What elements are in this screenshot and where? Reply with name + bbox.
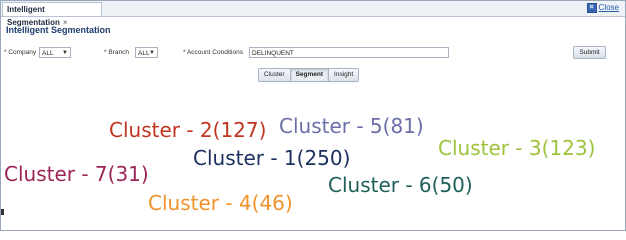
cluster-5-label[interactable]: Cluster - 5(81): [279, 115, 424, 137]
cluster-1-label[interactable]: Cluster - 1(250): [193, 147, 350, 169]
cluster-2-label[interactable]: Cluster - 2(127): [109, 119, 266, 141]
segmentation-panel: Intelligent Segmentation × × Close Intell…: [0, 0, 626, 231]
cluster-3-label[interactable]: Cluster - 3(123): [438, 137, 595, 159]
cluster-6-label[interactable]: Cluster - 6(50): [328, 174, 473, 196]
cluster-word-cloud: Cluster - 2(127) Cluster - 5(81) Cluster…: [1, 1, 626, 232]
scroll-handle[interactable]: [1, 209, 4, 215]
cluster-4-label[interactable]: Cluster - 4(46): [148, 192, 293, 214]
cluster-7-label[interactable]: Cluster - 7(31): [4, 163, 149, 185]
